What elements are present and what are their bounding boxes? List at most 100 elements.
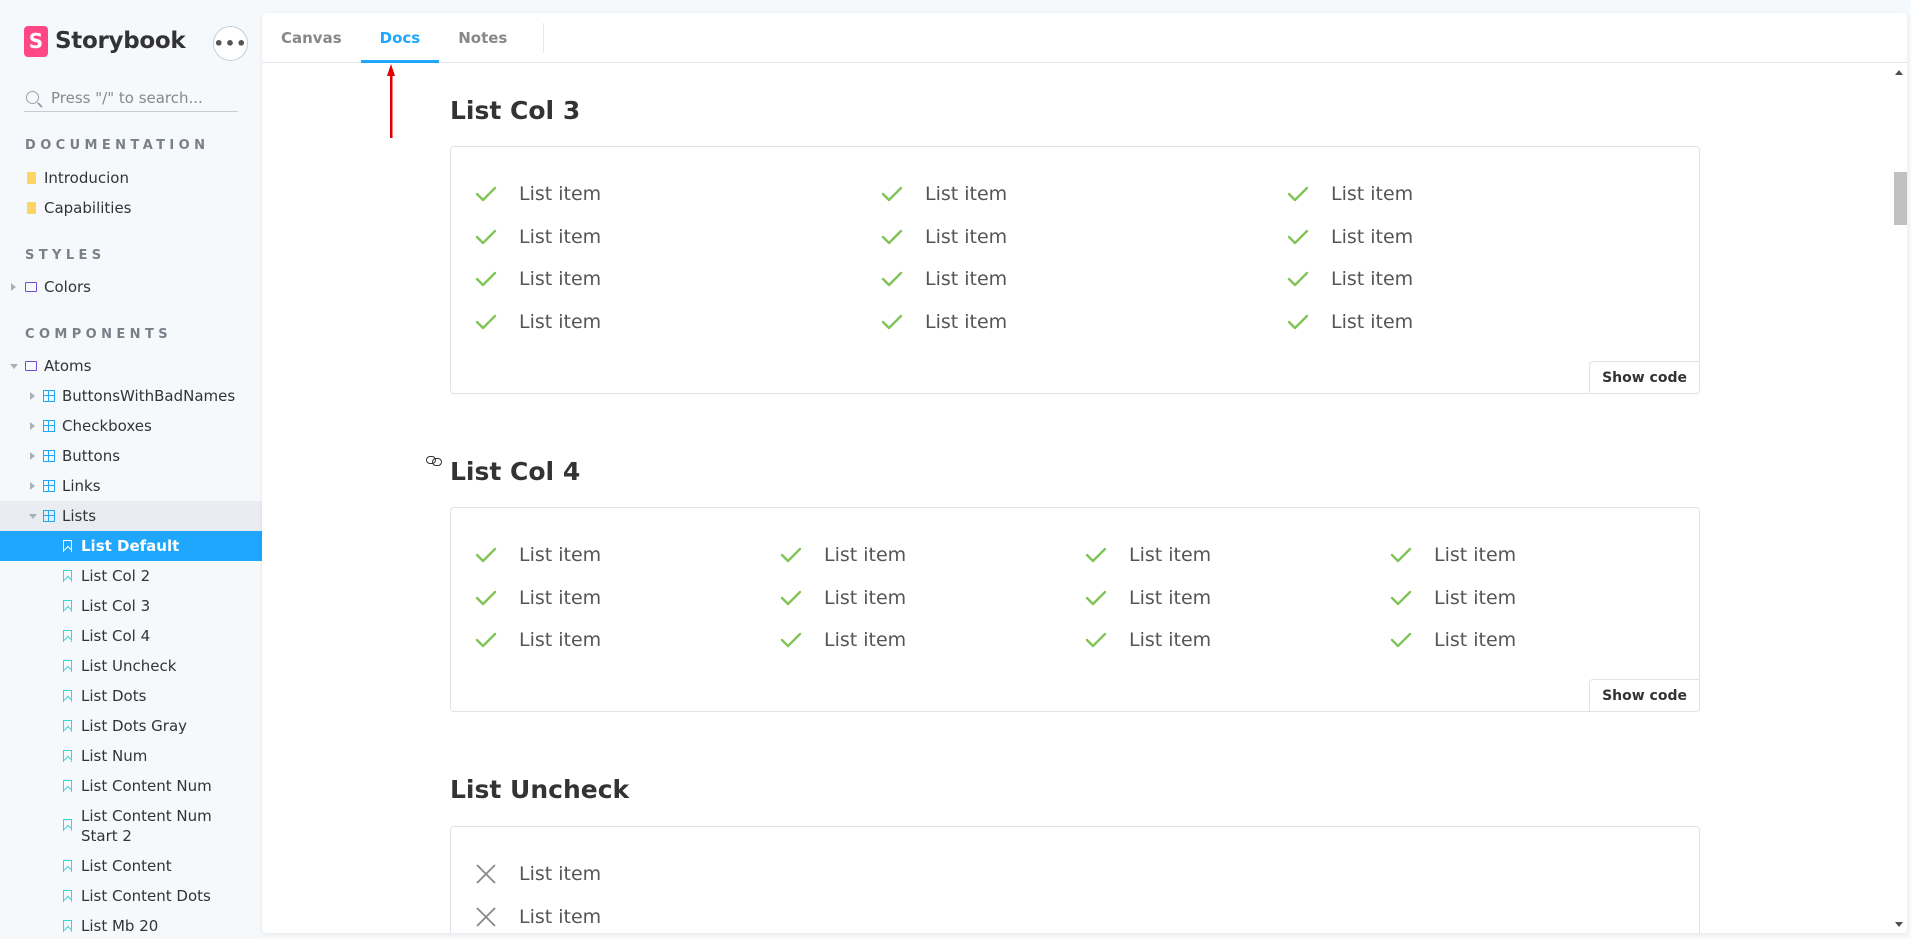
sidebar-item-list-dots-gray[interactable]: List Dots Gray (0, 711, 262, 741)
document-icon (27, 172, 36, 184)
sidebar-item-label: List Num (81, 747, 148, 765)
list-item-label: List item (519, 905, 602, 928)
list-grid: List item List item (475, 853, 881, 933)
sidebar-item-list-content-dots[interactable]: List Content Dots (0, 881, 262, 911)
section-heading-list-uncheck: List Uncheck (450, 775, 630, 804)
sidebar-item-atoms[interactable]: Atoms (0, 351, 262, 381)
list-item-label: List item (1129, 629, 1212, 652)
storybook-logo-icon: S (24, 25, 48, 57)
list-item: List item (475, 216, 881, 259)
sidebar-item-lists[interactable]: Lists (0, 501, 262, 531)
check-icon (1085, 544, 1107, 566)
sidebar-item-list-num[interactable]: List Num (0, 741, 262, 771)
check-icon (881, 183, 903, 205)
cross-icon (475, 906, 497, 928)
list-item-label: List item (519, 225, 602, 248)
preview-list-uncheck: List item List item (450, 826, 1700, 933)
sidebar-item-list-mb-20[interactable]: List Mb 20 (0, 911, 262, 939)
list-item: List item (475, 301, 881, 344)
list-item: List item (475, 896, 881, 934)
sidebar-item-capabilities[interactable]: Capabilities (0, 193, 262, 223)
sidebar-item-list-col-2[interactable]: List Col 2 (0, 561, 262, 591)
sidebar-item-list-content[interactable]: List Content (0, 851, 262, 881)
link-icon[interactable] (426, 456, 443, 466)
search-input[interactable] (51, 88, 231, 107)
more-menu-button[interactable]: ••• (213, 26, 248, 61)
tab-bar: Canvas Docs Notes (262, 13, 1907, 63)
component-icon (43, 480, 55, 492)
scrollbar[interactable] (1891, 64, 1907, 933)
check-icon (881, 226, 903, 248)
list-item-label: List item (1434, 629, 1517, 652)
sidebar-item-colors[interactable]: Colors (0, 272, 262, 302)
sidebar-item-list-dots[interactable]: List Dots (0, 681, 262, 711)
tab-canvas[interactable]: Canvas (262, 13, 361, 63)
sidebar-item-list-default[interactable]: List Default (0, 531, 262, 561)
list-item: List item (881, 258, 1287, 301)
list-item: List item (475, 534, 780, 577)
list-item: List item (780, 619, 1085, 662)
scroll-up-arrow-icon[interactable] (1895, 70, 1903, 75)
sidebar-item-list-col-3[interactable]: List Col 3 (0, 591, 262, 621)
annotation-arrow-icon (387, 64, 395, 138)
brand[interactable]: S Storybook (24, 24, 186, 58)
check-icon (1085, 587, 1107, 609)
list-item: List item (881, 301, 1287, 344)
list-item-label: List item (519, 863, 602, 886)
folder-icon (25, 361, 37, 371)
list-item: List item (881, 173, 1287, 216)
search-bar[interactable] (24, 84, 238, 112)
sidebar-item-buttonswithbadnames[interactable]: ButtonsWithBadNames (0, 381, 262, 411)
sidebar-item-label: List Col 2 (81, 567, 151, 585)
chevron-right-icon (30, 482, 35, 490)
tab-divider (543, 23, 545, 53)
sidebar-item-list-content-num[interactable]: List Content Num (0, 771, 262, 801)
chevron-right-icon (30, 392, 35, 400)
list-item-label: List item (1434, 586, 1517, 609)
bookmark-icon (63, 860, 72, 872)
list-item: List item (1287, 258, 1693, 301)
check-icon (1287, 226, 1309, 248)
check-icon (1287, 183, 1309, 205)
bookmark-icon (63, 720, 72, 732)
list-item: List item (475, 619, 780, 662)
list-item: List item (1287, 216, 1693, 259)
sidebar-item-list-col-4[interactable]: List Col 4 (0, 621, 262, 651)
bookmark-icon (63, 750, 72, 762)
check-icon (1390, 544, 1412, 566)
list-item: List item (1390, 619, 1695, 662)
sidebar-item-checkboxes[interactable]: Checkboxes (0, 411, 262, 441)
list-item-label: List item (1129, 544, 1212, 567)
check-icon (1287, 311, 1309, 333)
sidebar-item-list-content-num-start-2[interactable]: List Content Num Start 2 (0, 803, 262, 847)
bookmark-icon (63, 570, 72, 582)
sidebar-item-label: Capabilities (44, 199, 132, 217)
list-item: List item (881, 216, 1287, 259)
sidebar-item-links[interactable]: Links (0, 471, 262, 501)
brand-name: Storybook (55, 28, 186, 54)
check-icon (1390, 587, 1412, 609)
check-icon (475, 268, 497, 290)
tab-notes[interactable]: Notes (439, 13, 526, 63)
main-panel: Canvas Docs Notes List Col 3 List item Li… (262, 13, 1907, 933)
check-icon (1390, 629, 1412, 651)
sidebar-item-introducion[interactable]: Introducion (0, 163, 262, 193)
component-icon (43, 450, 55, 462)
list-item-label: List item (824, 544, 907, 567)
scroll-thumb[interactable] (1894, 172, 1907, 225)
sidebar-item-buttons[interactable]: Buttons (0, 441, 262, 471)
section-heading-list-col-4: List Col 4 (450, 457, 581, 486)
tab-docs[interactable]: Docs (360, 13, 440, 63)
scroll-down-arrow-icon[interactable] (1895, 922, 1903, 927)
sidebar-item-list-uncheck[interactable]: List Uncheck (0, 651, 262, 681)
sidebar-item-label: Colors (44, 278, 91, 296)
list-item-label: List item (519, 586, 602, 609)
list-item-label: List item (1434, 544, 1517, 567)
show-code-button[interactable]: Show code (1589, 361, 1700, 394)
docs-content[interactable]: List Col 3 List item List item List item Li… (262, 64, 1907, 933)
show-code-button[interactable]: Show code (1589, 679, 1700, 712)
component-icon (43, 390, 55, 402)
list-item: List item (1390, 577, 1695, 620)
list-item-label: List item (519, 183, 602, 206)
list-item: List item (475, 577, 780, 620)
